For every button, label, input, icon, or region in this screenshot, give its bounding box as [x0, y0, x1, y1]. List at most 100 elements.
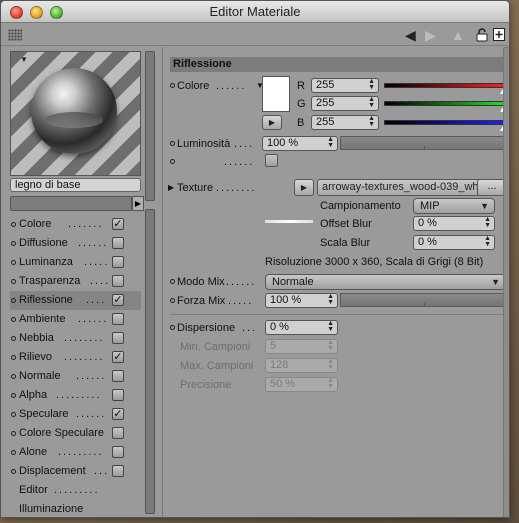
bullet-icon	[11, 241, 16, 246]
channel-item[interactable]: Ambiente......	[10, 310, 141, 329]
panel-scrollbar[interactable]	[503, 47, 509, 517]
forza-mix-row: Forza Mix .....	[170, 293, 270, 309]
channel-filter-field[interactable]	[10, 196, 132, 211]
channel-item[interactable]: Alone.........	[10, 443, 141, 462]
scala-blur-label: Scala Blur	[320, 237, 371, 249]
b-slider[interactable]	[384, 120, 506, 125]
g-value-field[interactable]: 255 ▲ ▼	[311, 96, 379, 111]
channel-list-scrollbar[interactable]	[145, 209, 155, 514]
b-value-field[interactable]: 255 ▲ ▼	[311, 115, 379, 130]
precisione-field[interactable]: 50 % ▲ ▼	[265, 377, 338, 392]
bullet-icon	[11, 412, 16, 417]
modo-mix-dropdown[interactable]: Normale ▼	[265, 274, 506, 290]
r-slider[interactable]	[384, 83, 506, 88]
campionamento-dropdown[interactable]: MIP ▼	[413, 198, 495, 214]
bullet-icon	[11, 393, 16, 398]
channel-checkbox[interactable]	[112, 389, 124, 401]
r-value-field[interactable]: 255 ▲ ▼	[311, 78, 379, 93]
channel-item[interactable]: Nebbia........	[10, 329, 141, 348]
color-swatch[interactable]	[262, 76, 290, 112]
channel-label: Colore Speculare	[19, 427, 104, 439]
colore-label: Colore	[177, 80, 210, 92]
forza-mix-slider[interactable]	[340, 293, 506, 307]
channel-item[interactable]: Rilievo........ ✓	[10, 348, 141, 367]
bullet-icon	[11, 374, 16, 379]
channel-item[interactable]: Normale......	[10, 367, 141, 386]
minimize-window-button[interactable]	[30, 6, 43, 19]
channel-sidebar: ▼ legno di base ▶ Colore....... ✓ Diffusi…	[1, 47, 163, 517]
channel-checkbox[interactable]	[112, 332, 124, 344]
texture-expand-icon[interactable]: ▶	[168, 180, 174, 196]
channel-item[interactable]: Diffusione......	[10, 234, 141, 253]
channel-label: Alpha	[19, 389, 48, 401]
channel-checkbox[interactable]	[112, 237, 124, 249]
channel-label: Illuminazione	[19, 503, 84, 515]
new-window-icon[interactable]	[493, 28, 505, 44]
texture-row: ▶ Texture ........	[168, 180, 257, 196]
back-arrow-icon[interactable]: ◀	[405, 27, 416, 43]
grip-icon[interactable]	[8, 29, 22, 41]
title-bar[interactable]: Editor Materiale	[1, 1, 509, 23]
channel-checkbox[interactable]: ✓	[112, 218, 124, 230]
channel-checkbox[interactable]	[112, 275, 124, 287]
channel-label: Trasparenza	[19, 275, 81, 287]
lock-icon[interactable]	[476, 28, 488, 45]
channel-checkbox[interactable]: ✓	[112, 294, 124, 306]
g-slider[interactable]	[384, 101, 506, 106]
channel-item-selected[interactable]: Riflessione.... ✓	[10, 291, 141, 310]
texture-filename-field[interactable]: arroway-textures_wood-039_whi	[317, 179, 503, 196]
luminosita-field[interactable]: 100 % ▲ ▼	[262, 136, 338, 151]
max-campioni-field[interactable]: 128 ▲ ▼	[265, 358, 338, 373]
texture-thumbnail[interactable]	[265, 220, 313, 223]
zoom-window-button[interactable]	[50, 6, 63, 19]
channel-checkbox[interactable]	[112, 256, 124, 268]
bullet-icon	[11, 450, 16, 455]
channel-checkbox[interactable]: ✓	[112, 351, 124, 363]
color-options-button[interactable]: ▶	[262, 115, 282, 130]
channel-item[interactable]: Luminanza.....	[10, 253, 141, 272]
dispersione-field[interactable]: 0 % ▲ ▼	[265, 320, 338, 335]
preview-scrollbar[interactable]	[145, 51, 155, 201]
channel-checkbox[interactable]	[112, 313, 124, 325]
r-label: R	[297, 80, 305, 92]
up-icon[interactable]: ▲	[451, 27, 465, 43]
channel-label: Nebbia	[19, 332, 54, 344]
max-campioni-label: Max. Campioni	[180, 360, 254, 372]
b-label: B	[297, 117, 305, 129]
channel-label: Editor	[19, 484, 48, 496]
additiva-checkbox[interactable]	[265, 154, 278, 167]
bullet-icon	[170, 279, 175, 284]
material-name-field[interactable]: legno di base	[10, 178, 141, 192]
bullet-icon	[11, 469, 16, 474]
min-campioni-field[interactable]: 5 ▲ ▼	[265, 339, 338, 354]
channel-item[interactable]: Speculare...... ✓	[10, 405, 141, 424]
filter-arrow-button[interactable]: ▶	[132, 196, 144, 211]
channel-checkbox[interactable]	[112, 446, 124, 458]
channel-item[interactable]: Illuminazione	[10, 500, 141, 517]
channel-item[interactable]: Colore Speculare	[10, 424, 141, 443]
forza-mix-field[interactable]: 100 % ▲ ▼	[265, 293, 338, 308]
luminosita-label: Luminosità	[177, 138, 231, 150]
channel-item[interactable]: Editor.........	[10, 481, 141, 500]
channel-checkbox[interactable]	[112, 370, 124, 382]
luminosita-row: Luminosità ....	[170, 136, 270, 152]
channel-checkbox[interactable]: ✓	[112, 408, 124, 420]
offset-blur-field[interactable]: 0 % ▲ ▼	[413, 216, 495, 231]
channel-item[interactable]: Displacement...	[10, 462, 141, 481]
close-window-button[interactable]	[10, 6, 23, 19]
bullet-icon	[170, 141, 175, 146]
channel-checkbox[interactable]	[112, 465, 124, 477]
bullet-icon	[170, 325, 175, 330]
forward-arrow-icon[interactable]: ▶	[425, 27, 436, 43]
channel-item[interactable]: Alpha.........	[10, 386, 141, 405]
luminosita-slider[interactable]	[340, 136, 506, 150]
material-preview[interactable]: ▼	[10, 51, 141, 176]
scala-blur-field[interactable]: 0 % ▲ ▼	[413, 235, 495, 250]
channel-checkbox[interactable]	[112, 427, 124, 439]
channel-label: Speculare	[19, 408, 69, 420]
texture-options-button[interactable]: ▶	[294, 179, 314, 196]
texture-label: Texture	[177, 182, 214, 194]
preview-menu-icon[interactable]: ▼	[20, 55, 28, 64]
channel-item[interactable]: Trasparenza....	[10, 272, 141, 291]
channel-item[interactable]: Colore....... ✓	[10, 215, 141, 234]
